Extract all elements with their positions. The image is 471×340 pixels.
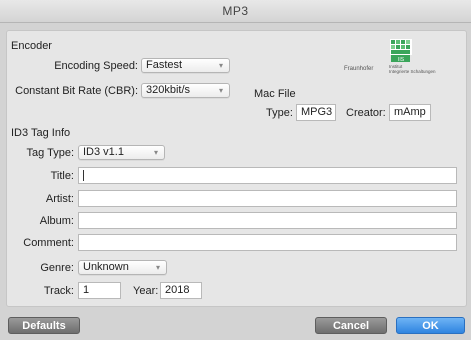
window-title: MP3 (0, 0, 471, 23)
year-label: Year: (133, 285, 159, 297)
comment-label: Comment: (23, 237, 74, 249)
encoding-speed-value: Fastest (146, 59, 183, 71)
bitrate-value: 320kbit/s (146, 84, 191, 96)
tag-type-popup[interactable]: ID3 v1.1 ▾ (78, 145, 165, 160)
comment-field[interactable] (78, 234, 457, 251)
logo-subtitle: Institut Integrierte Schaltungen (389, 64, 436, 74)
genre-popup[interactable]: Unknown ▾ (78, 260, 167, 275)
bitrate-popup[interactable]: 320kbit/s ▾ (141, 83, 230, 98)
defaults-button[interactable]: Defaults (8, 317, 80, 334)
genre-label: Genre: (40, 262, 74, 274)
logo-name: Fraunhofer (344, 66, 374, 72)
chevron-down-icon: ▾ (218, 86, 223, 95)
tag-type-label: Tag Type: (26, 147, 75, 159)
creator-label: Creator: (346, 107, 386, 119)
chevron-down-icon: ▾ (153, 148, 158, 157)
ok-button[interactable]: OK (396, 317, 465, 334)
id3-section-label: ID3 Tag Info (11, 127, 71, 139)
type-field[interactable]: MPG3 (296, 104, 336, 121)
chevron-down-icon: ▾ (218, 61, 223, 70)
album-label: Album: (39, 215, 74, 227)
genre-value: Unknown (83, 261, 129, 273)
album-field[interactable] (78, 212, 457, 229)
year-field[interactable]: 2018 (160, 282, 202, 299)
tag-type-value: ID3 v1.1 (83, 146, 124, 158)
encoding-speed-label: Encoding Speed: (54, 60, 138, 72)
title-label: Title: (50, 170, 74, 182)
chevron-down-icon: ▾ (155, 263, 160, 272)
fraunhofer-logo-icon: IIS (390, 39, 412, 63)
bitrate-label: Constant Bit Rate (CBR): (15, 85, 138, 97)
type-label: Type: (266, 107, 293, 119)
creator-field[interactable]: mAmp (389, 104, 431, 121)
logo-badge-text: IIS (398, 57, 405, 63)
encoder-section-label: Encoder (11, 40, 52, 52)
cancel-button[interactable]: Cancel (315, 317, 387, 334)
track-label: Track: (43, 285, 74, 297)
artist-label: Artist: (45, 193, 74, 205)
artist-field[interactable] (78, 190, 457, 207)
logo-subtitle-line2: Integrierte Schaltungen (389, 69, 436, 74)
text-cursor (83, 170, 84, 181)
mac-file-section-label: Mac File (254, 88, 296, 100)
title-field[interactable] (78, 167, 457, 184)
encoding-speed-popup[interactable]: Fastest ▾ (141, 58, 230, 73)
track-field[interactable]: 1 (78, 282, 121, 299)
